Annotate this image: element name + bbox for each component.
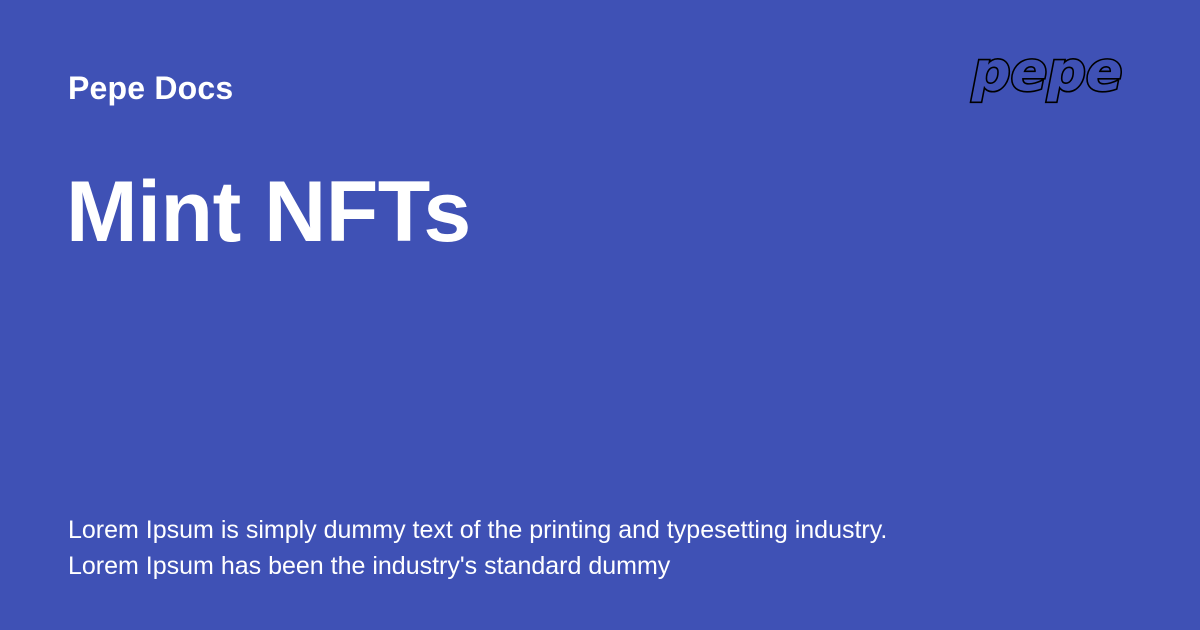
pepe-logo-icon: pepe (966, 50, 1122, 116)
site-name: Pepe Docs (68, 70, 234, 106)
logo-wordmark-outline: pepe (971, 50, 1122, 103)
page-description: Lorem Ipsum is simply dummy text of the … (68, 516, 888, 580)
social-card: Pepe Docs pepe Mint NFTs Lorem Ipsum is … (0, 0, 1200, 630)
page-title: Mint NFTs (66, 164, 471, 260)
